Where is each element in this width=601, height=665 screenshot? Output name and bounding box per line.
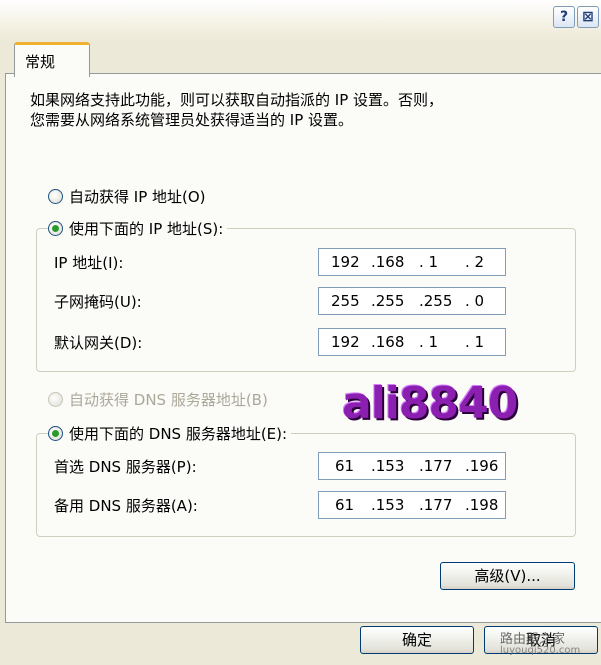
gw-octet-1: 192 — [331, 333, 360, 351]
ok-button[interactable]: 确定 — [360, 626, 474, 654]
ip-octet-1: 192 — [331, 253, 360, 271]
manual-dns-label: 使用下面的 DNS 服务器地址(E): — [69, 425, 288, 443]
close-button[interactable]: ⊠ — [577, 6, 599, 28]
pdns-octet-1: 61 — [335, 457, 355, 475]
mask-octet-4: . 0 — [465, 292, 485, 310]
tab-general[interactable]: 常规 — [14, 42, 90, 77]
alternate-dns-label: 备用 DNS 服务器(A): — [54, 497, 198, 515]
mask-octet-1: 255 — [331, 292, 360, 310]
default-gateway-input[interactable]: 192 .168 . 1 . 1 — [318, 328, 506, 356]
manual-dns-radio[interactable] — [48, 426, 63, 441]
default-gateway-label: 默认网关(D): — [54, 334, 143, 352]
auto-dns-label: 自动获得 DNS 服务器地址(B) — [69, 391, 268, 409]
ip-address-label: IP 地址(I): — [54, 254, 124, 272]
site-watermark-url: luyouqi520.com — [500, 645, 581, 656]
description-line-2: 您需要从网络系统管理员处获得适当的 IP 设置。 — [30, 111, 354, 129]
mask-octet-2: .255 — [371, 292, 405, 310]
watermark-text: ali8840 — [342, 378, 518, 429]
manual-ip-option[interactable]: 使用下面的 IP 地址(S): — [48, 218, 228, 239]
subnet-mask-input[interactable]: 255 .255 .255 . 0 — [318, 287, 506, 315]
adns-octet-4: .198 — [465, 496, 499, 514]
adns-octet-3: .177 — [419, 496, 453, 514]
advanced-button[interactable]: 高级(V)... — [440, 562, 575, 590]
pdns-octet-4: .196 — [465, 457, 499, 475]
ip-octet-3: . 1 — [419, 253, 439, 271]
manual-dns-option[interactable]: 使用下面的 DNS 服务器地址(E): — [48, 423, 292, 444]
auto-ip-radio[interactable] — [48, 189, 63, 204]
manual-ip-radio[interactable] — [48, 221, 63, 236]
ip-octet-2: .168 — [371, 253, 405, 271]
tab-general-label: 常规 — [25, 53, 56, 71]
adns-octet-1: 61 — [335, 496, 355, 514]
pdns-octet-2: .153 — [371, 457, 405, 475]
gw-octet-4: . 1 — [465, 333, 485, 351]
description-line-1: 如果网络支持此功能，则可以获取自动指派的 IP 设置。否则， — [30, 91, 444, 109]
gw-octet-2: .168 — [371, 333, 405, 351]
auto-dns-option[interactable]: 自动获得 DNS 服务器地址(B) — [48, 389, 272, 410]
dialog-titlebar — [0, 0, 601, 42]
dns-server-group — [36, 433, 576, 537]
adns-octet-2: .153 — [371, 496, 405, 514]
ip-octet-4: . 2 — [465, 253, 485, 271]
help-button[interactable]: ? — [553, 6, 575, 28]
site-watermark: 路由器之家 luyouqi520.com — [500, 628, 580, 656]
auto-ip-label: 自动获得 IP 地址(O) — [69, 188, 206, 206]
gw-octet-3: . 1 — [419, 333, 439, 351]
preferred-dns-input[interactable]: 61 .153 .177 .196 — [318, 452, 506, 480]
manual-ip-label: 使用下面的 IP 地址(S): — [69, 220, 224, 238]
preferred-dns-label: 首选 DNS 服务器(P): — [54, 458, 197, 476]
pdns-octet-3: .177 — [419, 457, 453, 475]
auto-ip-option[interactable]: 自动获得 IP 地址(O) — [48, 186, 210, 207]
subnet-mask-label: 子网掩码(U): — [54, 293, 142, 311]
ip-address-input[interactable]: 192 .168 . 1 . 2 — [318, 248, 506, 276]
alternate-dns-input[interactable]: 61 .153 .177 .198 — [318, 491, 506, 519]
auto-dns-radio[interactable] — [48, 392, 63, 407]
mask-octet-3: .255 — [419, 292, 453, 310]
